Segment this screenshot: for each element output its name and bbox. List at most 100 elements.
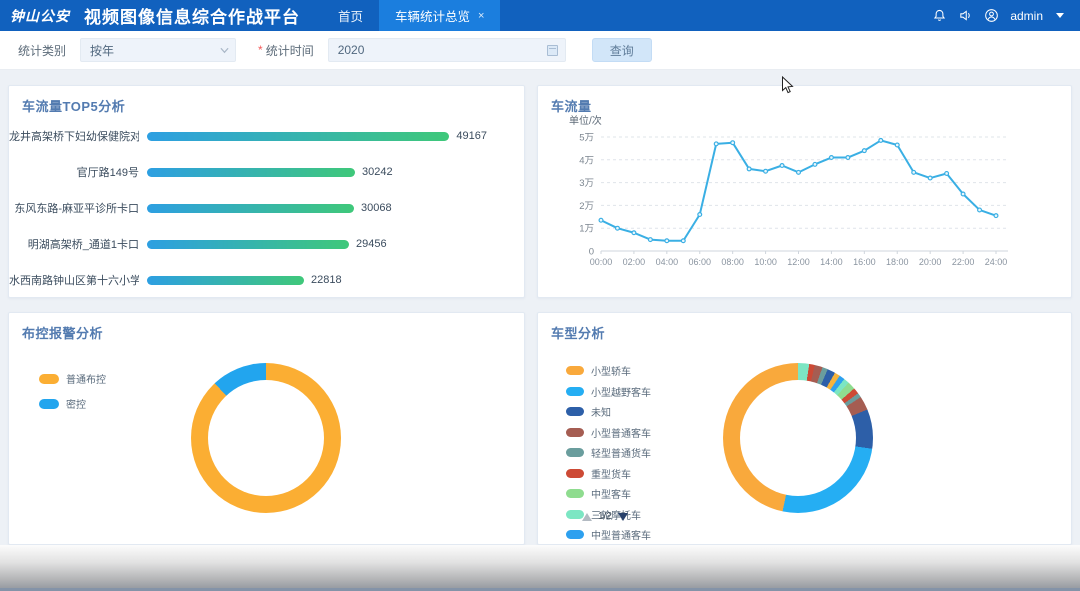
legend-swatch [566, 469, 584, 478]
data-point[interactable] [945, 172, 949, 176]
x-axis-tick: 20:00 [919, 257, 942, 267]
user-avatar-icon[interactable] [984, 8, 999, 23]
legend-item[interactable]: 普通布控 [39, 371, 106, 386]
tab-home[interactable]: 首页 [322, 0, 379, 31]
data-point[interactable] [599, 218, 603, 222]
bar-row: 水西南路钟山区第十六小学22818 [9, 262, 524, 298]
bar-segment[interactable] [147, 276, 304, 285]
bar-segment[interactable] [147, 240, 349, 249]
y-axis-tick: 4万 [579, 155, 594, 166]
data-point[interactable] [846, 156, 850, 160]
legend-item[interactable]: 密控 [39, 396, 106, 411]
data-point[interactable] [648, 238, 652, 242]
bar-track: 30242 [147, 166, 487, 178]
data-point[interactable] [797, 170, 801, 174]
x-axis-tick: 12:00 [787, 257, 810, 267]
speaker-icon[interactable] [958, 8, 973, 23]
vehicle-donut-chart[interactable] [723, 363, 873, 513]
data-point[interactable] [978, 208, 982, 212]
category-select[interactable]: 按年 [80, 38, 236, 62]
x-axis-tick: 22:00 [952, 257, 975, 267]
legend-label: 中型客车 [591, 486, 631, 501]
panel-alarm-analysis: 布控报警分析 普通布控密控 [8, 312, 525, 545]
x-axis-tick: 16:00 [853, 257, 876, 267]
bar-value-label: 22818 [311, 274, 342, 286]
legend-item[interactable]: 重型货车 [566, 466, 651, 481]
data-point[interactable] [731, 141, 735, 145]
top-header: 钟山公安 视频图像信息综合作战平台 首页 车辆统计总览 × [0, 0, 1080, 31]
legend-page-down-icon[interactable] [618, 513, 628, 521]
data-point[interactable] [961, 192, 965, 196]
legend-label: 小型越野客车 [591, 384, 651, 399]
legend-label: 密控 [66, 396, 86, 411]
bar-track: 22818 [147, 274, 487, 286]
bar-row: 明湖高架桥_通道1卡口 29456 [9, 226, 524, 262]
legend-swatch [566, 530, 584, 539]
bar-category-label: 官厅路149号 [9, 164, 139, 180]
legend-page-indicator: 1/2 [598, 511, 612, 522]
data-point[interactable] [780, 164, 784, 168]
user-menu-caret-icon[interactable] [1056, 13, 1064, 18]
legend-item[interactable]: 小型轿车 [566, 363, 651, 378]
legend-item[interactable]: 小型普通客车 [566, 425, 651, 440]
bar-row: 官厅路149号 30242 [9, 154, 524, 190]
legend-item[interactable]: 中型客车 [566, 486, 651, 501]
data-point[interactable] [698, 213, 702, 217]
data-point[interactable] [764, 169, 768, 173]
donut-hole [208, 380, 324, 496]
panel-traffic-top5-title: 车流量TOP5分析 [9, 86, 524, 115]
bar-segment[interactable] [147, 204, 354, 213]
legend-label: 重型货车 [591, 466, 631, 481]
filter-bar: 统计类别 按年 * 统计时间 2020 查询 [0, 31, 1080, 70]
bar-category-label: 明湖高架桥_通道1卡口 [9, 236, 139, 252]
legend-swatch [39, 399, 59, 409]
legend-item[interactable]: 中型普通客车 [566, 527, 651, 542]
bar-value-label: 29456 [356, 238, 387, 250]
required-mark: * [258, 43, 263, 57]
legend-item[interactable]: 未知 [566, 404, 651, 419]
legend-swatch [566, 366, 584, 375]
data-point[interactable] [862, 149, 866, 153]
data-point[interactable] [665, 239, 669, 243]
legend-pager: 1/2 [582, 511, 628, 522]
tab-vehicle-stats-label: 车辆统计总览 [395, 6, 470, 25]
time-input-value: 2020 [338, 43, 365, 57]
bell-icon[interactable] [932, 8, 947, 23]
data-point[interactable] [928, 176, 932, 180]
data-point[interactable] [747, 167, 751, 171]
data-point[interactable] [714, 142, 718, 146]
alarm-donut-chart[interactable] [191, 363, 341, 513]
panel-alarm-title: 布控报警分析 [9, 313, 524, 342]
data-point[interactable] [681, 239, 685, 243]
tab-close-icon[interactable]: × [478, 10, 484, 22]
time-input[interactable]: 2020 [328, 38, 566, 62]
bar-value-label: 30242 [362, 166, 393, 178]
bar-segment[interactable] [147, 168, 355, 177]
y-axis-tick: 5万 [579, 133, 594, 144]
traffic-line-series[interactable] [601, 140, 996, 240]
query-button[interactable]: 查询 [592, 38, 652, 62]
tab-vehicle-stats[interactable]: 车辆统计总览 × [379, 0, 500, 31]
data-point[interactable] [879, 139, 883, 143]
data-point[interactable] [813, 162, 817, 166]
legend-page-up-icon[interactable] [582, 513, 592, 521]
legend-label: 小型普通客车 [591, 425, 651, 440]
bar-value-label: 49167 [456, 130, 487, 142]
data-point[interactable] [616, 226, 620, 230]
data-point[interactable] [895, 143, 899, 147]
header-actions: admin [932, 8, 1080, 23]
username-label[interactable]: admin [1010, 9, 1043, 23]
legend-swatch [566, 387, 584, 396]
legend-label: 小型轿车 [591, 363, 631, 378]
data-point[interactable] [912, 170, 916, 174]
data-point[interactable] [994, 214, 998, 218]
x-axis-tick: 06:00 [688, 257, 711, 267]
data-point[interactable] [632, 231, 636, 235]
legend-item[interactable]: 轻型普通货车 [566, 445, 651, 460]
category-label: 统计类别 [18, 42, 66, 59]
legend-item[interactable]: 小型越野客车 [566, 384, 651, 399]
traffic-line-chart: 单位/次01万2万3万4万5万00:0002:0004:0006:0008:00… [546, 108, 1066, 288]
data-point[interactable] [830, 156, 834, 160]
y-axis-tick: 2万 [579, 201, 594, 212]
bar-segment[interactable] [147, 132, 449, 141]
